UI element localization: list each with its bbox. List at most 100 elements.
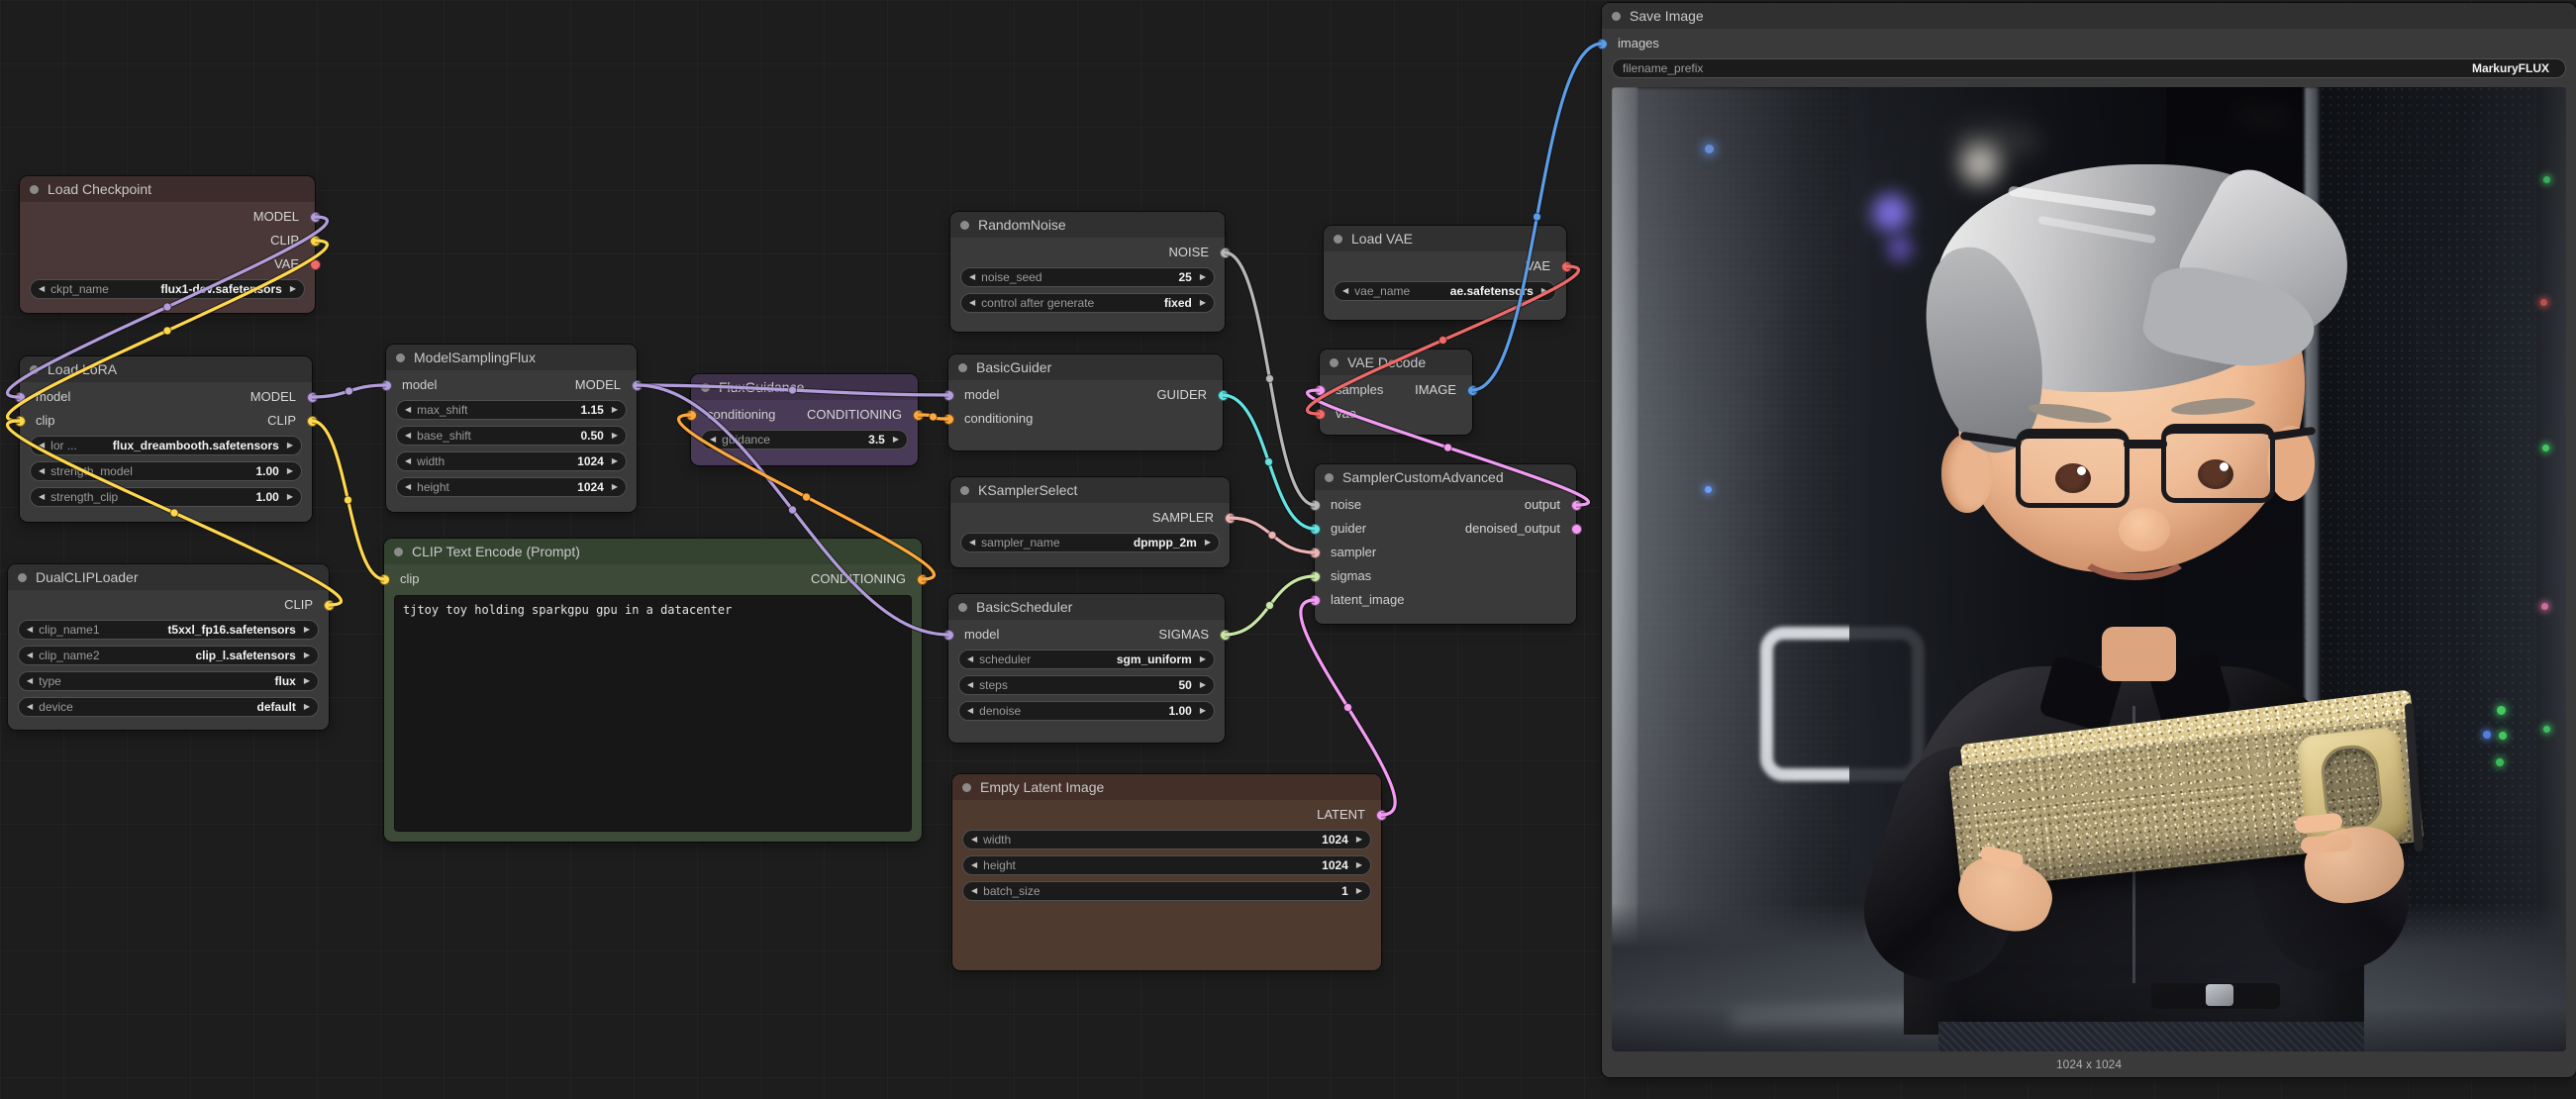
node-dual_clip_loader[interactable]: DualCLIPLoader CLIP ◀ clip_name1 t5xxl_f… [8, 564, 329, 730]
clip-input-slot[interactable] [15, 416, 26, 427]
decrement-arrow-icon[interactable]: ◀ [969, 539, 975, 547]
lor ...-widget[interactable]: ◀ lor ... flux_dreambooth.safetensors ▶ [30, 436, 302, 455]
node-basic_scheduler[interactable]: BasicScheduler modelSIGMAS ◀ scheduler s… [948, 594, 1225, 743]
collapse-dot[interactable] [394, 548, 403, 556]
collapse-dot[interactable] [1325, 473, 1334, 482]
IMAGE-output-slot[interactable] [1467, 385, 1478, 396]
CONDITIONING-output-slot[interactable] [913, 410, 924, 421]
model-input-slot[interactable] [15, 392, 26, 403]
decrement-arrow-icon[interactable]: ◀ [967, 707, 973, 715]
collapse-dot[interactable] [1330, 358, 1338, 367]
decrement-arrow-icon[interactable]: ◀ [27, 703, 33, 711]
decrement-arrow-icon[interactable]: ◀ [969, 299, 975, 307]
output-output-slot[interactable] [1571, 500, 1582, 511]
increment-arrow-icon[interactable]: ▶ [1541, 287, 1547, 295]
model-input-slot[interactable] [381, 380, 392, 391]
denoised_output-output-slot[interactable] [1571, 524, 1582, 535]
prompt-textarea[interactable]: tjtoy toy holding sparkgpu gpu in a data… [394, 595, 912, 832]
CLIP-output-slot[interactable] [310, 236, 321, 247]
type-widget[interactable]: ◀ type flux ▶ [18, 671, 319, 691]
increment-arrow-icon[interactable]: ▶ [1356, 836, 1362, 844]
strength_clip-widget[interactable]: ◀ strength_clip 1.00 ▶ [30, 487, 302, 507]
decrement-arrow-icon[interactable]: ◀ [971, 887, 977, 895]
increment-arrow-icon[interactable]: ▶ [612, 483, 618, 491]
increment-arrow-icon[interactable]: ▶ [612, 432, 618, 440]
height-widget[interactable]: ◀ height 1024 ▶ [396, 477, 627, 497]
decrement-arrow-icon[interactable]: ◀ [1342, 287, 1348, 295]
VAE-output-slot[interactable] [310, 259, 321, 270]
conditioning-input-slot[interactable] [943, 414, 954, 425]
decrement-arrow-icon[interactable]: ◀ [27, 677, 33, 685]
increment-arrow-icon[interactable]: ▶ [1200, 707, 1206, 715]
node-flux_guidance[interactable]: FluxGuidance conditioningCONDITIONING ◀ … [691, 374, 918, 465]
node-model_sampling_flux[interactable]: ModelSamplingFlux modelMODEL ◀ max_shift… [386, 345, 637, 512]
node-load_vae[interactable]: Load VAE VAE ◀ vae_name ae.safetensors ▶ [1324, 226, 1566, 320]
collapse-dot[interactable] [701, 383, 710, 392]
max_shift-widget[interactable]: ◀ max_shift 1.15 ▶ [396, 400, 627, 420]
guider-input-slot[interactable] [1310, 524, 1321, 535]
increment-arrow-icon[interactable]: ▶ [893, 436, 899, 444]
sampler_name-widget[interactable]: ◀ sampler_name dpmpp_2m ▶ [960, 533, 1220, 552]
decrement-arrow-icon[interactable]: ◀ [405, 432, 411, 440]
NOISE-output-slot[interactable] [1220, 248, 1231, 258]
increment-arrow-icon[interactable]: ▶ [290, 285, 296, 293]
increment-arrow-icon[interactable]: ▶ [287, 442, 293, 450]
increment-arrow-icon[interactable]: ▶ [1200, 299, 1206, 307]
node-clip_text_encode[interactable]: CLIP Text Encode (Prompt) clipCONDITIONI… [384, 539, 922, 842]
collapse-dot[interactable] [396, 353, 405, 362]
sigmas-input-slot[interactable] [1310, 571, 1321, 582]
collapse-dot[interactable] [958, 603, 967, 612]
steps-widget[interactable]: ◀ steps 50 ▶ [958, 675, 1215, 695]
MODEL-output-slot[interactable] [632, 380, 643, 391]
MODEL-output-slot[interactable] [310, 212, 321, 223]
increment-arrow-icon[interactable]: ▶ [304, 703, 310, 711]
images-input-slot[interactable] [1597, 39, 1608, 50]
GUIDER-output-slot[interactable] [1218, 390, 1229, 401]
decrement-arrow-icon[interactable]: ◀ [971, 836, 977, 844]
collapse-dot[interactable] [958, 363, 967, 372]
increment-arrow-icon[interactable]: ▶ [1205, 539, 1211, 547]
increment-arrow-icon[interactable]: ▶ [304, 677, 310, 685]
node-random_noise[interactable]: RandomNoise NOISE ◀ noise_seed 25 ▶ ◀ co… [950, 212, 1225, 332]
collapse-dot[interactable] [30, 365, 39, 374]
collapse-dot[interactable] [960, 221, 969, 230]
SIGMAS-output-slot[interactable] [1220, 630, 1231, 641]
node-basic_guider[interactable]: BasicGuider modelGUIDERconditioning [948, 354, 1223, 450]
decrement-arrow-icon[interactable]: ◀ [967, 655, 973, 663]
node-vae_decode[interactable]: VAE Decode samplesIMAGEvae [1320, 350, 1472, 435]
conditioning-input-slot[interactable] [686, 410, 697, 421]
decrement-arrow-icon[interactable]: ◀ [405, 457, 411, 465]
CLIP-output-slot[interactable] [307, 416, 318, 427]
decrement-arrow-icon[interactable]: ◀ [39, 467, 45, 475]
collapse-dot[interactable] [960, 486, 969, 495]
VAE-output-slot[interactable] [1561, 261, 1572, 272]
increment-arrow-icon[interactable]: ▶ [612, 406, 618, 414]
noise_seed-widget[interactable]: ◀ noise_seed 25 ▶ [960, 267, 1215, 287]
graph-canvas[interactable]: Save Image images filename_prefix Markur… [0, 0, 2576, 1099]
preview-image[interactable] [1612, 87, 2566, 1051]
increment-arrow-icon[interactable]: ▶ [1200, 681, 1206, 689]
height-widget[interactable]: ◀ height 1024 ▶ [962, 855, 1371, 875]
node-load_checkpoint[interactable]: Load Checkpoint MODELCLIPVAE ◀ ckpt_name… [20, 176, 315, 313]
increment-arrow-icon[interactable]: ▶ [1200, 655, 1206, 663]
increment-arrow-icon[interactable]: ▶ [1200, 273, 1206, 281]
decrement-arrow-icon[interactable]: ◀ [39, 285, 45, 293]
CONDITIONING-output-slot[interactable] [917, 574, 928, 585]
increment-arrow-icon[interactable]: ▶ [1356, 861, 1362, 869]
decrement-arrow-icon[interactable]: ◀ [27, 626, 33, 634]
node-sampler_custom_advanced[interactable]: SamplerCustomAdvanced noiseoutputguiderd… [1315, 464, 1576, 624]
sampler-input-slot[interactable] [1310, 548, 1321, 558]
latent_image-input-slot[interactable] [1310, 595, 1321, 606]
noise-input-slot[interactable] [1310, 500, 1321, 511]
decrement-arrow-icon[interactable]: ◀ [405, 406, 411, 414]
width-widget[interactable]: ◀ width 1024 ▶ [962, 830, 1371, 849]
decrement-arrow-icon[interactable]: ◀ [710, 436, 716, 444]
collapse-dot[interactable] [1334, 235, 1342, 244]
decrement-arrow-icon[interactable]: ◀ [969, 273, 975, 281]
clip_name1-widget[interactable]: ◀ clip_name1 t5xxl_fp16.safetensors ▶ [18, 620, 319, 640]
guidance-widget[interactable]: ◀ guidance 3.5 ▶ [701, 430, 908, 450]
node-empty_latent_image[interactable]: Empty Latent Image LATENT ◀ width 1024 ▶… [952, 774, 1381, 970]
model-input-slot[interactable] [943, 390, 954, 401]
vae_name-widget[interactable]: ◀ vae_name ae.safetensors ▶ [1334, 281, 1556, 301]
SAMPLER-output-slot[interactable] [1225, 513, 1236, 524]
